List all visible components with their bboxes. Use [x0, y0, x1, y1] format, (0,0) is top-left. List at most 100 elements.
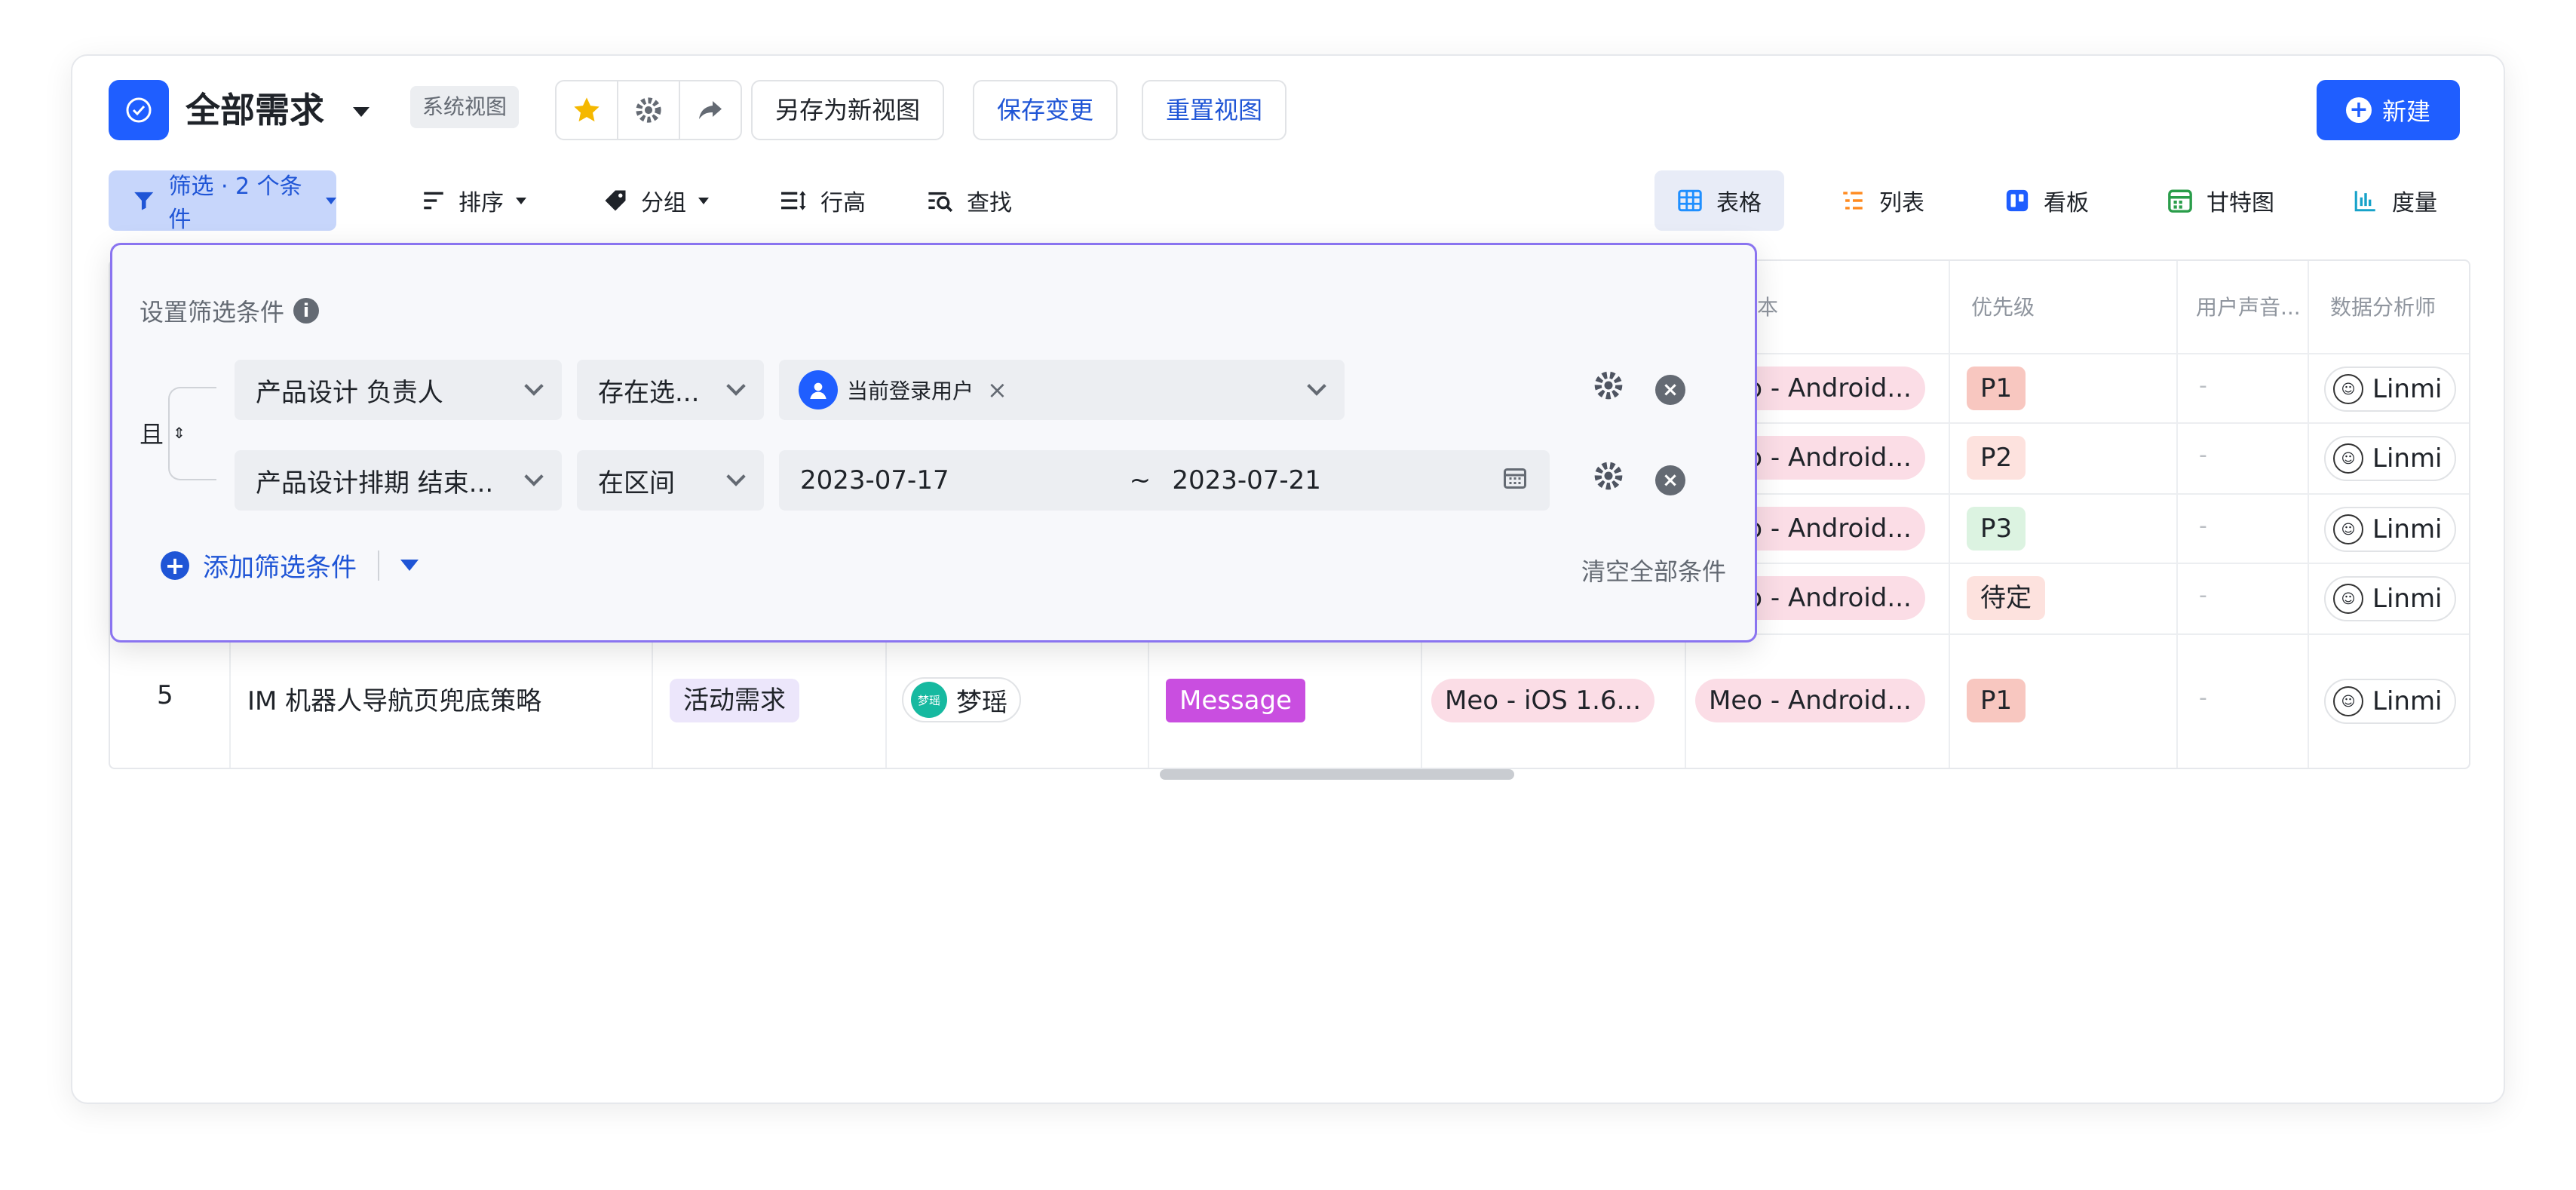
analyst-name: Linmi [2372, 374, 2443, 404]
avatar: ☺ [2333, 443, 2363, 474]
view-actions-group [555, 80, 742, 140]
list-icon [1843, 192, 1863, 210]
analyst-name: Linmi [2372, 584, 2443, 614]
condition-1-field: 产品设计 负责人 [256, 377, 443, 408]
condition-1-field-select[interactable]: 产品设计 负责人 [235, 360, 562, 420]
analyst-chip[interactable]: ☺ Linmi [2324, 367, 2456, 412]
priority-tag[interactable]: P2 [1967, 436, 2026, 480]
group-caret-icon [698, 197, 709, 204]
filter-caret-icon [326, 197, 336, 204]
group-button[interactable]: 分组 [602, 170, 709, 231]
condition-2-operator-select[interactable]: 在区间 [577, 450, 764, 511]
view-tab-table[interactable]: 表格 [1654, 170, 1784, 231]
add-filter-dropdown-icon[interactable] [400, 560, 419, 571]
find-button[interactable]: 查找 [928, 170, 1012, 231]
sort-label: 排序 [458, 190, 504, 216]
condition-1-operator: 存在选... [598, 377, 700, 408]
condition-2-end-date[interactable]: 2023-07-21 [1172, 465, 1489, 495]
new-button-label: 新建 [2381, 97, 2430, 126]
filter-popup: 设置筛选条件 i 且 ⇕ 产品设计 负责人 存在选... 当前登录用户 × × … [110, 243, 1757, 643]
title-dropdown-icon[interactable] [353, 107, 370, 117]
chevron-down-icon [726, 467, 746, 486]
condition-1-settings-icon[interactable] [1592, 369, 1625, 409]
chevron-down-icon [524, 376, 544, 396]
requirement-title[interactable]: IM 机器人导航页兜底策略 [247, 680, 541, 717]
condition-1-remove-icon[interactable]: × [1655, 375, 1685, 405]
save-changes-button[interactable]: 保存变更 [973, 80, 1118, 140]
row-number: 5 [157, 680, 173, 710]
type-tag[interactable]: 活动需求 [670, 679, 799, 722]
tag-icon [605, 190, 626, 211]
conjunction-select[interactable]: 且 ⇕ [140, 416, 186, 450]
row-height-icon [781, 191, 806, 210]
analyst-chip[interactable]: ☺ Linmi [2324, 679, 2456, 724]
condition-2-date-range[interactable]: 2023-07-17 ~ 2023-07-21 [779, 450, 1550, 511]
share-icon[interactable] [680, 81, 741, 139]
updown-icon: ⇕ [173, 424, 186, 442]
analyst-name: Linmi [2372, 514, 2443, 544]
horizontal-scrollbar[interactable] [1160, 769, 1514, 780]
gantt-icon [2168, 189, 2192, 213]
module-tag[interactable]: Message [1166, 679, 1306, 722]
row-height-label: 行高 [820, 190, 866, 216]
reset-view-button[interactable]: 重置视图 [1142, 80, 1287, 140]
view-tab-list-label: 列表 [1879, 190, 1924, 216]
info-icon[interactable]: i [293, 298, 320, 324]
avatar: 梦瑶 [911, 682, 947, 718]
chevron-down-icon [524, 467, 544, 486]
condition-2-field: 产品设计排期 结束... [256, 468, 494, 498]
priority-tag[interactable]: P1 [1967, 679, 2026, 722]
column-header-analyst[interactable]: 数据分析师 [2330, 291, 2436, 321]
find-label: 查找 [967, 190, 1012, 216]
user-icon [799, 370, 838, 409]
chevron-down-icon [726, 376, 746, 396]
avatar: ☺ [2333, 584, 2363, 614]
add-filter-condition-button[interactable]: + 添加筛选条件 [161, 547, 419, 584]
user-voice-value: - [2199, 442, 2207, 468]
analyst-chip[interactable]: ☺ Linmi [2324, 576, 2456, 621]
page-title[interactable]: 全部需求 [186, 83, 324, 137]
plus-circle-icon: + [2345, 97, 2372, 123]
condition-2-remove-icon[interactable]: × [1655, 465, 1685, 495]
new-button[interactable]: + 新建 [2317, 80, 2460, 140]
group-label: 分组 [641, 190, 686, 216]
owner-name: 梦瑶 [956, 687, 1007, 718]
gear-icon[interactable] [618, 81, 680, 139]
clear-all-conditions-button[interactable]: 清空全部条件 [1581, 553, 1726, 587]
filter-button[interactable]: 筛选 · 2 个条件 [109, 170, 336, 233]
view-tab-metric[interactable]: 度量 [2330, 170, 2460, 231]
row-height-button[interactable]: 行高 [780, 170, 866, 231]
condition-1-value-select[interactable]: 当前登录用户 × [779, 360, 1345, 420]
analyst-chip[interactable]: ☺ Linmi [2324, 507, 2456, 552]
calendar-icon[interactable] [1501, 464, 1529, 498]
user-voice-value: - [2199, 513, 2207, 539]
view-tab-list[interactable]: 列表 [1817, 170, 1947, 231]
save-as-new-view-button[interactable]: 另存为新视图 [751, 80, 945, 140]
analyst-chip[interactable]: ☺ Linmi [2324, 436, 2456, 481]
condition-2-field-select[interactable]: 产品设计排期 结束... [235, 450, 562, 511]
table-icon [1678, 189, 1702, 212]
app-check-icon [109, 80, 169, 140]
condition-2-operator: 在区间 [598, 468, 675, 498]
view-tab-table-label: 表格 [1716, 190, 1762, 216]
current-user-chip: 当前登录用户 × [799, 370, 1007, 409]
priority-tag[interactable]: 待定 [1967, 576, 2045, 620]
condition-1-operator-select[interactable]: 存在选... [577, 360, 764, 420]
main-card: 全部需求 系统视图 另存为新视图 保存变更 重置视图 + 新建 筛选 · 2 个… [71, 54, 2505, 1104]
condition-2-settings-icon[interactable] [1592, 459, 1625, 500]
column-header-user-voice[interactable]: 用户声音... [2196, 291, 2301, 321]
android-version-tag[interactable]: Meo - Android... [1695, 679, 1925, 722]
ios-version-tag[interactable]: Meo - iOS 1.6... [1431, 679, 1655, 722]
priority-tag[interactable]: P3 [1967, 507, 2026, 551]
filter-popup-title: 设置筛选条件 i [140, 293, 320, 328]
add-filter-label: 添加筛选条件 [203, 553, 357, 583]
remove-chip-icon[interactable]: × [987, 376, 1007, 404]
star-icon[interactable] [557, 81, 618, 139]
owner-chip[interactable]: 梦瑶 梦瑶 [902, 677, 1021, 722]
condition-2-start-date[interactable]: 2023-07-17 [800, 465, 1117, 495]
priority-tag[interactable]: P1 [1967, 367, 2026, 410]
sort-button[interactable]: 排序 [421, 170, 526, 231]
view-tab-board[interactable]: 看板 [1982, 170, 2111, 231]
column-header-priority[interactable]: 优先级 [1971, 291, 2035, 321]
view-tab-gantt[interactable]: 甘特图 [2145, 170, 2297, 231]
